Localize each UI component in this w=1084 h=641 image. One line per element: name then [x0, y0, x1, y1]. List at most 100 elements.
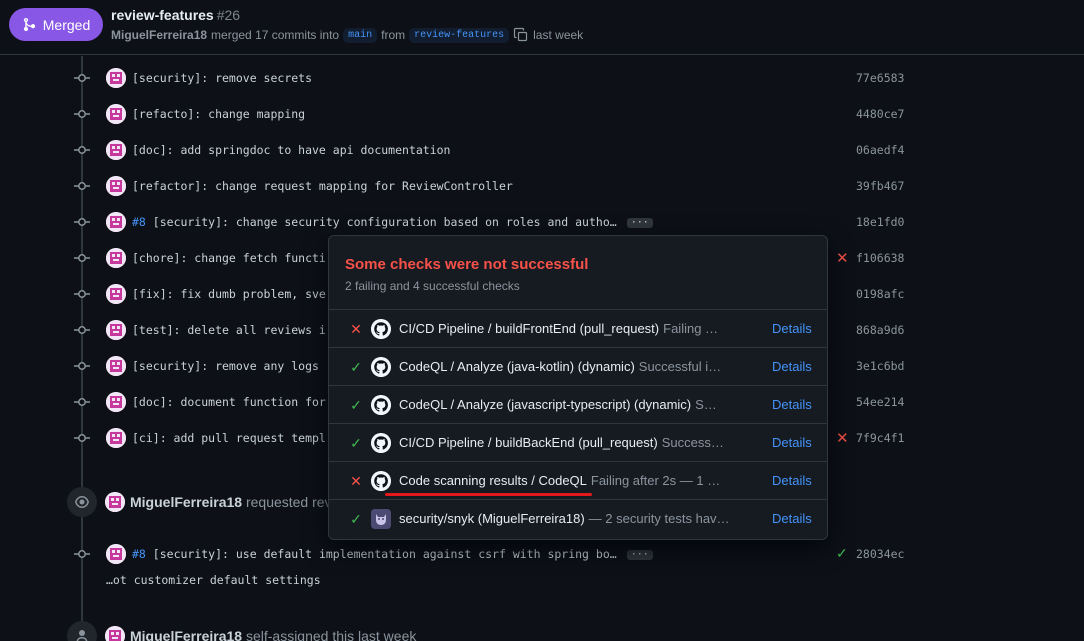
commit-message-text[interactable]: [fix]: fix dumb problem, sve — [132, 287, 326, 301]
event-author-link[interactable]: MiguelFerreira18 — [130, 494, 242, 510]
commit-sha[interactable]: 7f9c4f1 — [856, 431, 904, 445]
avatar[interactable] — [105, 626, 125, 641]
commit-sha[interactable]: 28034ec — [856, 547, 904, 561]
check-row: ✕ CI/CD Pipeline / buildFrontEnd (pull_re… — [329, 310, 827, 348]
commit-icon — [74, 110, 90, 118]
check-list: ✕ CI/CD Pipeline / buildFrontEnd (pull_re… — [329, 310, 827, 538]
commit-message-text[interactable]: [security]: use default implementation a… — [153, 547, 617, 561]
commit-message[interactable]: [ci]: add pull request templ — [132, 431, 326, 445]
red-underline-annotation — [385, 493, 592, 496]
head-branch[interactable]: review-features — [409, 27, 510, 43]
github-icon — [371, 433, 391, 453]
issue-link[interactable]: #8 — [132, 547, 146, 561]
avatar[interactable] — [106, 68, 126, 88]
merge-icon — [23, 17, 35, 32]
copy-icon[interactable] — [513, 27, 529, 43]
avatar[interactable] — [106, 320, 126, 340]
check-name-text: Code scanning results / CodeQL — [399, 473, 587, 488]
commit-message-text[interactable]: [security]: change security configuratio… — [153, 215, 617, 229]
commit-message[interactable]: [chore]: change fetch functi — [132, 251, 326, 265]
github-icon — [371, 471, 391, 491]
person-icon — [67, 621, 97, 641]
commit-icon — [74, 326, 90, 334]
commit-sha[interactable]: f106638 — [856, 251, 904, 265]
check-detail: Successful i… — [638, 359, 722, 374]
x-icon: ✕ — [350, 473, 362, 489]
avatar[interactable] — [106, 104, 126, 124]
avatar[interactable] — [106, 428, 126, 448]
review-request-label: requested revi — [245, 494, 335, 510]
avatar[interactable] — [106, 248, 126, 268]
expand-message-button[interactable]: ··· — [626, 549, 653, 560]
check-icon: ✓ — [350, 511, 362, 527]
check-icon[interactable]: ✓ — [836, 545, 848, 562]
details-link[interactable]: Details — [772, 321, 812, 336]
commit-message-text[interactable]: [security]: remove any logs — [132, 359, 319, 373]
commit-message-text[interactable]: [security]: remove secrets — [132, 71, 312, 85]
issue-link[interactable]: #8 — [132, 215, 146, 229]
commit-sha[interactable]: 0198afc — [856, 287, 904, 301]
commit-sha[interactable]: 39fb467 — [856, 179, 904, 193]
check-detail: S… — [695, 397, 717, 412]
details-link[interactable]: Details — [772, 473, 812, 488]
commit-sha[interactable]: 54ee214 — [856, 395, 904, 409]
commit-row[interactable]: #8 [security]: change security configura… — [70, 210, 920, 234]
check-name-text: security/snyk (MiguelFerreira18) — [399, 511, 585, 526]
github-icon — [371, 357, 391, 377]
commit-message[interactable]: #8 [security]: change security configura… — [132, 215, 653, 229]
commit-message-text[interactable]: [doc]: document function for — [132, 395, 326, 409]
commit-message[interactable]: [security]: remove secrets — [132, 71, 312, 85]
commit-row[interactable]: [refacto]: change mapping 4480ce7 — [70, 102, 920, 126]
check-name-text: CodeQL / Analyze (javascript-typescript)… — [399, 397, 692, 412]
commit-row[interactable]: [refactor]: change request mapping for R… — [70, 174, 920, 198]
commit-message-text[interactable]: [chore]: change fetch functi — [132, 251, 326, 265]
commit-message[interactable]: [doc]: document function for — [132, 395, 326, 409]
avatar[interactable] — [106, 140, 126, 160]
details-link[interactable]: Details — [772, 359, 812, 374]
x-icon[interactable]: ✕ — [836, 429, 849, 447]
avatar[interactable] — [106, 284, 126, 304]
commit-sha[interactable]: 77e6583 — [856, 71, 904, 85]
commit-message-text[interactable]: [ci]: add pull request templ — [132, 431, 326, 445]
commit-sha[interactable]: 06aedf4 — [856, 143, 904, 157]
commit-sha[interactable]: 18e1fd0 — [856, 215, 904, 229]
avatar[interactable] — [106, 392, 126, 412]
from-text: from — [381, 28, 406, 42]
commit-sha[interactable]: 868a9d6 — [856, 323, 904, 337]
commit-message-text[interactable]: [doc]: add springdoc to have api documen… — [132, 143, 451, 157]
commit-row[interactable]: [doc]: add springdoc to have api documen… — [70, 138, 920, 162]
avatar[interactable] — [106, 212, 126, 232]
pr-author-link[interactable]: MiguelFerreira18 — [111, 28, 207, 42]
commit-sha[interactable]: 4480ce7 — [856, 107, 904, 121]
check-detail: — 2 security tests hav… — [588, 511, 730, 526]
commit-message[interactable]: [fix]: fix dumb problem, sve — [132, 287, 326, 301]
commit-message[interactable]: [test]: delete all reviews i — [132, 323, 326, 337]
commit-message-text[interactable]: [test]: delete all reviews i — [132, 323, 326, 337]
check-icon: ✓ — [350, 397, 362, 413]
details-link[interactable]: Details — [772, 435, 812, 450]
base-branch[interactable]: main — [343, 27, 378, 43]
commit-message-text[interactable]: [refacto]: change mapping — [132, 107, 305, 121]
commit-message[interactable]: #8 [security]: use default implementatio… — [132, 547, 653, 561]
avatar[interactable] — [106, 356, 126, 376]
commit-row[interactable]: #8 [security]: use default implementatio… — [70, 542, 920, 566]
event-author-link[interactable]: MiguelFerreira18 — [130, 628, 242, 641]
commit-message[interactable]: [security]: remove any logs — [132, 359, 319, 373]
expand-message-button[interactable]: ··· — [626, 217, 653, 228]
commit-icon — [74, 254, 90, 262]
commit-message[interactable]: [doc]: add springdoc to have api documen… — [132, 143, 451, 157]
commit-message[interactable]: [refacto]: change mapping — [132, 107, 305, 121]
details-link[interactable]: Details — [772, 397, 812, 412]
commit-message[interactable]: [refactor]: change request mapping for R… — [132, 179, 513, 193]
x-icon[interactable]: ✕ — [836, 249, 849, 267]
pr-title: review-features #26 — [111, 7, 240, 23]
checks-popup: Some checks were not successful 2 failin… — [328, 235, 828, 540]
commit-sha[interactable]: 3e1c6bd — [856, 359, 904, 373]
commit-message-text[interactable]: [refactor]: change request mapping for R… — [132, 179, 513, 193]
details-link[interactable]: Details — [772, 511, 812, 526]
avatar[interactable] — [106, 544, 126, 564]
commit-row[interactable]: [security]: remove secrets 77e6583 — [70, 66, 920, 90]
avatar[interactable] — [106, 176, 126, 196]
check-name-text: CI/CD Pipeline / buildBackEnd (pull_requ… — [399, 435, 658, 450]
avatar[interactable] — [105, 492, 125, 512]
